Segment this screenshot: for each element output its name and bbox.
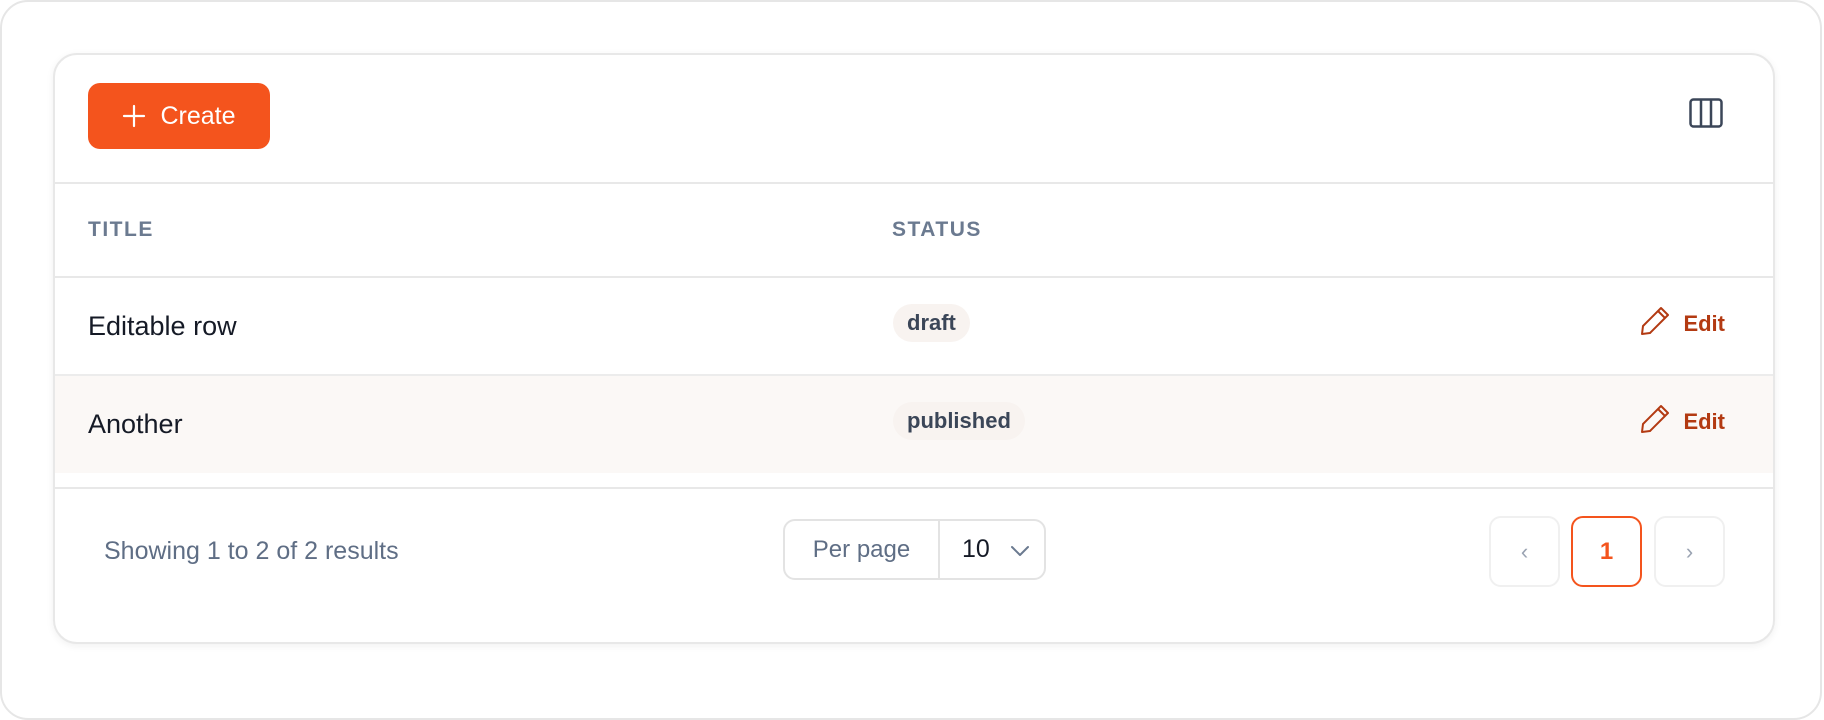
columns-toggle-button[interactable] (1689, 97, 1723, 133)
per-page-value: 10 (962, 535, 990, 563)
columns-icon (1689, 97, 1723, 133)
edit-label: Edit (1683, 311, 1725, 336)
column-header-title[interactable]: TITLE (88, 184, 154, 276)
table-row[interactable]: Another published Edit (55, 376, 1773, 473)
table-toolbar: Create (55, 55, 1773, 184)
app-frame: Create TITLE STATUS Editable row draft E… (0, 0, 1822, 720)
pencil-icon (1639, 305, 1671, 343)
create-button[interactable]: Create (88, 83, 270, 149)
edit-button[interactable]: Edit (1639, 305, 1725, 343)
status-badge: published (893, 402, 1025, 440)
row-title: Another (88, 409, 183, 439)
row-title: Editable row (88, 310, 237, 341)
pencil-icon (1639, 403, 1671, 441)
table-footer: Showing 1 to 2 of 2 results Per page 10 … (55, 487, 1773, 642)
edit-button[interactable]: Edit (1639, 403, 1725, 441)
page-1-button[interactable]: 1 (1571, 516, 1642, 587)
create-button-label: Create (160, 101, 236, 130)
edit-label: Edit (1683, 409, 1725, 434)
per-page-select[interactable]: 10 (940, 521, 1044, 578)
table-header: TITLE STATUS (55, 184, 1773, 278)
results-summary: Showing 1 to 2 of 2 results (104, 537, 399, 565)
table-card: Create TITLE STATUS Editable row draft E… (53, 53, 1775, 644)
per-page-control: Per page 10 (783, 519, 1046, 580)
next-page-button[interactable]: › (1654, 516, 1725, 587)
previous-page-button[interactable]: ‹ (1489, 516, 1560, 587)
column-header-status[interactable]: STATUS (892, 184, 982, 276)
table-row[interactable]: Editable row draft Edit (55, 278, 1773, 376)
plus-icon (122, 104, 146, 128)
chevron-down-icon (1010, 535, 1030, 564)
status-badge: draft (893, 304, 970, 342)
per-page-label: Per page (785, 521, 940, 578)
